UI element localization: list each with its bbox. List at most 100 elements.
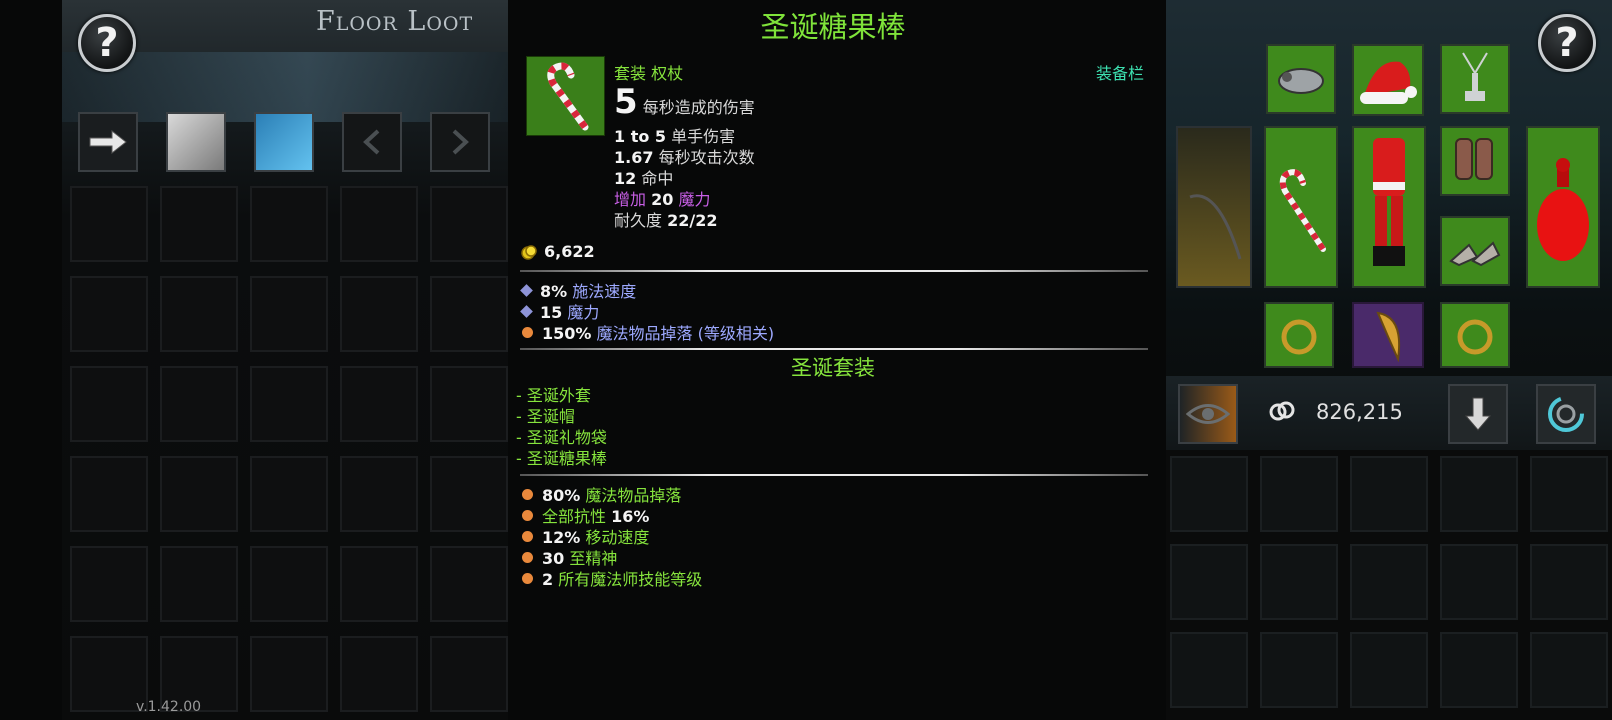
inventory-cell[interactable] <box>1260 544 1338 620</box>
filter-white-button[interactable] <box>166 112 226 172</box>
hammer-pendant-icon <box>1462 52 1488 101</box>
inventory-cell[interactable] <box>1260 456 1338 532</box>
bow-icon <box>1189 194 1242 260</box>
orange-bullet-icon <box>522 509 533 521</box>
price-value: 6,622 <box>544 242 595 261</box>
loot-cell[interactable] <box>70 276 148 352</box>
help-button-right[interactable]: ? <box>1538 14 1596 72</box>
loot-cell[interactable] <box>250 456 328 532</box>
equip-slot-helmet[interactable] <box>1352 44 1424 116</box>
equip-slot-ring-right[interactable] <box>1440 302 1510 368</box>
item-type: 套装 权杖 <box>614 64 684 83</box>
loot-cell[interactable] <box>430 456 508 532</box>
inventory-cell[interactable] <box>1260 632 1338 708</box>
durability-row: 耐久度 22/22 <box>614 207 717 231</box>
loot-cell[interactable] <box>160 276 238 352</box>
equip-slot-armor[interactable] <box>1352 126 1426 288</box>
divider <box>520 348 1148 350</box>
item-title: 圣诞糖果棒 <box>760 10 906 44</box>
loot-cell[interactable] <box>430 276 508 352</box>
price-row: 6,622 <box>520 242 595 261</box>
toggle-view-button[interactable] <box>1178 384 1238 444</box>
loot-cell[interactable] <box>340 276 418 352</box>
inventory-grid <box>1170 456 1608 708</box>
boots-icon <box>1449 241 1501 267</box>
inventory-cell[interactable] <box>1440 544 1518 620</box>
loot-cell[interactable] <box>160 456 238 532</box>
equip-slot-offhand[interactable] <box>1176 126 1252 288</box>
help-button-left[interactable]: ? <box>78 14 136 72</box>
loot-cell[interactable] <box>160 186 238 262</box>
loot-cell[interactable] <box>160 366 238 442</box>
filter-blue-button[interactable] <box>254 112 314 172</box>
loot-cell[interactable] <box>250 186 328 262</box>
dps-label: 每秒造成的伤害 <box>642 98 755 117</box>
auto-sort-button[interactable] <box>1536 384 1596 444</box>
durability-label: 耐久度 <box>614 211 663 230</box>
inventory-cell[interactable] <box>1350 632 1428 708</box>
gold-amount: 826,215 <box>1316 400 1403 424</box>
equip-slot-gloves[interactable] <box>1440 126 1510 196</box>
loot-cell[interactable] <box>70 186 148 262</box>
inventory-cell[interactable] <box>1170 632 1248 708</box>
loot-cell[interactable] <box>430 636 508 712</box>
equip-slot-charm[interactable] <box>1352 302 1424 368</box>
floor-loot-grid <box>70 186 508 712</box>
divider <box>520 474 1148 476</box>
arrow-down-icon <box>1464 397 1492 431</box>
equip-slot-boots[interactable] <box>1440 216 1510 286</box>
loot-cell[interactable] <box>340 636 418 712</box>
loot-cell[interactable] <box>430 546 508 622</box>
arrow-right-icon <box>89 129 127 155</box>
loot-cell[interactable] <box>340 456 418 532</box>
loot-cell[interactable] <box>250 636 328 712</box>
eye-icon <box>1186 404 1230 424</box>
horn-icon <box>1376 311 1400 363</box>
loot-cell[interactable] <box>430 366 508 442</box>
set-bonus-value: 2 <box>542 570 554 589</box>
loot-cell[interactable] <box>70 366 148 442</box>
inventory-cell[interactable] <box>1440 632 1518 708</box>
inventory-cell[interactable] <box>1170 544 1248 620</box>
loot-cell[interactable] <box>70 456 148 532</box>
inventory-cell[interactable] <box>1530 544 1608 620</box>
inventory-cell[interactable] <box>1530 456 1608 532</box>
inventory-cell[interactable] <box>1530 632 1608 708</box>
ring-icon <box>1457 319 1493 355</box>
dps-value: 5 <box>614 82 638 122</box>
inventory-cell[interactable] <box>1440 456 1518 532</box>
help-label: ? <box>95 20 119 66</box>
equipment-tab-label[interactable]: 装备栏 <box>1096 60 1144 84</box>
equip-slot-ring-left[interactable] <box>1264 302 1334 368</box>
loot-cell[interactable] <box>70 546 148 622</box>
loot-cell[interactable] <box>250 276 328 352</box>
stat-label: 魔法物品掉落 (等级相关) <box>596 324 775 343</box>
loot-cell[interactable] <box>250 366 328 442</box>
diamond-bullet-icon <box>520 283 533 297</box>
take-all-button[interactable] <box>78 112 138 172</box>
inventory-cell[interactable] <box>1350 456 1428 532</box>
sort-down-button[interactable] <box>1448 384 1508 444</box>
gift-sack-icon <box>1537 158 1589 261</box>
loot-cell[interactable] <box>250 546 328 622</box>
equip-slot-weapon[interactable] <box>1264 126 1338 288</box>
orange-bullet-icon <box>522 326 533 338</box>
equip-slot-trinket[interactable] <box>1266 44 1336 114</box>
next-page-button[interactable] <box>430 112 490 172</box>
set-bonus-row: 2 所有魔法师技能等级 <box>522 566 702 590</box>
loot-cell[interactable] <box>340 186 418 262</box>
equip-slot-bag[interactable] <box>1526 126 1600 288</box>
loot-cell[interactable] <box>340 366 418 442</box>
loot-cell[interactable] <box>430 186 508 262</box>
pet-figurine-icon <box>1278 68 1324 94</box>
orange-bullet-icon <box>522 551 533 563</box>
orange-bullet-icon <box>522 530 533 542</box>
inventory-cell[interactable] <box>1170 456 1248 532</box>
gold-coins-icon <box>521 244 537 260</box>
prev-page-button[interactable] <box>342 112 402 172</box>
loot-cell[interactable] <box>340 546 418 622</box>
loot-cell[interactable] <box>160 546 238 622</box>
inventory-cell[interactable] <box>1350 544 1428 620</box>
equip-slot-amulet[interactable] <box>1440 44 1510 114</box>
gloves-icon <box>1455 138 1493 180</box>
